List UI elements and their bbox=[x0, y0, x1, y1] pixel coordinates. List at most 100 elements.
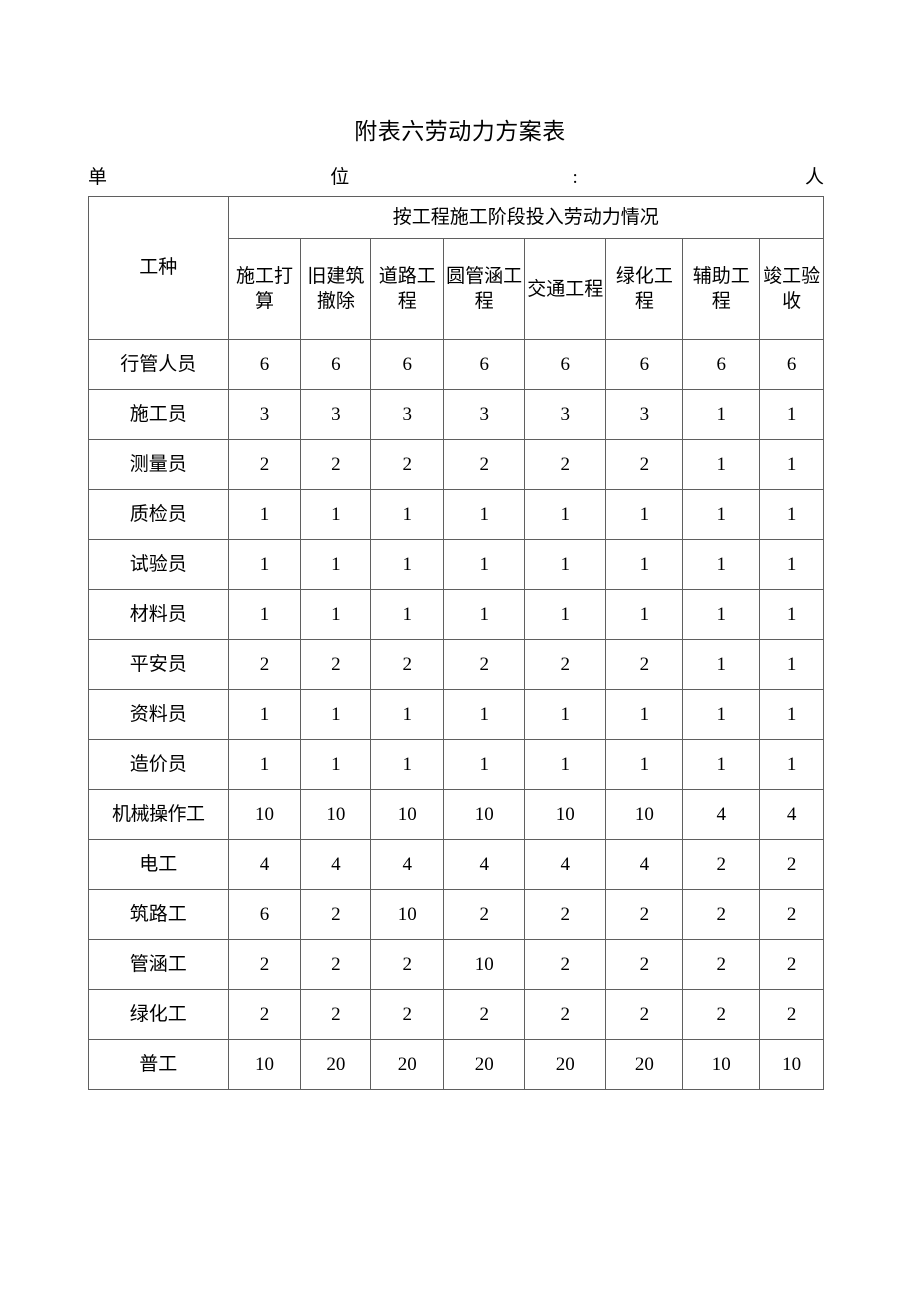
row-value-cell: 1 bbox=[443, 739, 526, 790]
row-value-cell: 1 bbox=[443, 539, 526, 590]
unit-label-dan: 单 bbox=[88, 167, 108, 188]
table-row: 资料员 1 1 1 1 1 1 1 1 bbox=[88, 689, 824, 740]
row-value-cell: 2 bbox=[759, 889, 824, 940]
row-value-cell: 20 bbox=[524, 1039, 607, 1090]
row-kind-cell: 机械操作工 bbox=[88, 789, 229, 840]
row-value-cell: 1 bbox=[759, 539, 824, 590]
row-value-cell: 10 bbox=[524, 789, 607, 840]
table-row: 普工 10 20 20 20 20 20 10 10 bbox=[88, 1039, 824, 1090]
row-value-cell: 3 bbox=[370, 389, 445, 440]
table-body: 行管人员 6 6 6 6 6 6 6 6 施工员 3 3 3 3 3 3 1 1 测量员 2 2 2 2 2 2 1 1 质检员 1 1 1… bbox=[88, 339, 824, 1090]
row-value-cell: 4 bbox=[605, 839, 684, 890]
row-value-cell: 3 bbox=[443, 389, 526, 440]
row-value-cell: 2 bbox=[227, 939, 302, 990]
row-value-cell: 10 bbox=[227, 789, 302, 840]
row-value-cell: 6 bbox=[443, 339, 526, 390]
row-value-cell: 4 bbox=[227, 839, 302, 890]
row-value-cell: 1 bbox=[759, 439, 824, 490]
labor-plan-table-wrapper: 工种 按工程施工阶段投入劳动力情况 施工打算 旧建筑撤除 道路工程 圆管涵工程 … bbox=[88, 196, 825, 1090]
stage-label: 施工打算 bbox=[236, 266, 294, 312]
row-value-cell: 20 bbox=[443, 1039, 526, 1090]
row-value-cell: 2 bbox=[300, 889, 372, 940]
row-value-cell: 20 bbox=[370, 1039, 445, 1090]
row-value-cell: 2 bbox=[300, 439, 372, 490]
stage-label: 道路工程 bbox=[378, 266, 436, 312]
header-cell-stage-5: 绿化工程 bbox=[605, 238, 684, 340]
row-kind-cell: 材料员 bbox=[88, 589, 229, 640]
header-cell-group: 按工程施工阶段投入劳动力情况 bbox=[227, 196, 825, 239]
row-value-cell: 4 bbox=[759, 789, 824, 840]
row-value-cell: 10 bbox=[370, 889, 445, 940]
table-row: 电工 4 4 4 4 4 4 2 2 bbox=[88, 839, 824, 890]
row-value-cell: 1 bbox=[682, 689, 761, 740]
row-value-cell: 2 bbox=[759, 839, 824, 890]
row-value-cell: 2 bbox=[524, 939, 607, 990]
row-value-cell: 2 bbox=[605, 889, 684, 940]
row-value-cell: 10 bbox=[227, 1039, 302, 1090]
row-value-cell: 2 bbox=[370, 989, 445, 1040]
row-value-cell: 1 bbox=[682, 589, 761, 640]
row-value-cell: 1 bbox=[370, 589, 445, 640]
row-value-cell: 2 bbox=[227, 439, 302, 490]
row-value-cell: 1 bbox=[682, 539, 761, 590]
row-value-cell: 20 bbox=[605, 1039, 684, 1090]
row-kind-cell: 管涵工 bbox=[88, 939, 229, 990]
row-value-cell: 2 bbox=[443, 989, 526, 1040]
row-value-cell: 6 bbox=[682, 339, 761, 390]
row-value-cell: 2 bbox=[524, 439, 607, 490]
header-cell-stage-2: 道路工程 bbox=[370, 238, 445, 340]
row-kind-cell: 测量员 bbox=[88, 439, 229, 490]
row-value-cell: 1 bbox=[759, 739, 824, 790]
row-value-cell: 1 bbox=[227, 739, 302, 790]
row-value-cell: 1 bbox=[370, 689, 445, 740]
table-row: 管涵工 2 2 2 10 2 2 2 2 bbox=[88, 939, 824, 990]
row-kind-cell: 试验员 bbox=[88, 539, 229, 590]
header-cell-stage-6: 辅助工程 bbox=[682, 238, 761, 340]
stage-label: 辅助工程 bbox=[692, 266, 750, 312]
table-row: 测量员 2 2 2 2 2 2 1 1 bbox=[88, 439, 824, 490]
row-value-cell: 2 bbox=[524, 889, 607, 940]
row-value-cell: 2 bbox=[605, 939, 684, 990]
row-value-cell: 2 bbox=[300, 939, 372, 990]
row-value-cell: 1 bbox=[443, 689, 526, 740]
row-value-cell: 3 bbox=[524, 389, 607, 440]
row-value-cell: 10 bbox=[443, 939, 526, 990]
document-page: 附表六劳动力方案表 单 位 : 人 工种 按工程施工阶段投入劳动力情况 施工打算… bbox=[0, 0, 920, 1301]
row-value-cell: 1 bbox=[605, 589, 684, 640]
row-value-cell: 4 bbox=[682, 789, 761, 840]
row-value-cell: 2 bbox=[300, 989, 372, 1040]
row-value-cell: 1 bbox=[682, 739, 761, 790]
row-value-cell: 1 bbox=[443, 589, 526, 640]
row-kind-cell: 造价员 bbox=[88, 739, 229, 790]
header-cell-stage-7: 竣工验收 bbox=[759, 238, 824, 340]
row-value-cell: 2 bbox=[370, 439, 445, 490]
table-row: 机械操作工 10 10 10 10 10 10 4 4 bbox=[88, 789, 824, 840]
row-value-cell: 6 bbox=[300, 339, 372, 390]
unit-colon: : bbox=[572, 167, 578, 188]
header-cell-kind: 工种 bbox=[88, 196, 229, 340]
header-cell-stage-4: 交通工程 bbox=[524, 238, 607, 340]
row-value-cell: 1 bbox=[759, 689, 824, 740]
row-value-cell: 1 bbox=[759, 389, 824, 440]
row-value-cell: 3 bbox=[227, 389, 302, 440]
row-value-cell: 1 bbox=[605, 489, 684, 540]
row-value-cell: 2 bbox=[605, 439, 684, 490]
stage-label: 圆管涵工程 bbox=[446, 266, 523, 312]
stage-label: 绿化工程 bbox=[615, 266, 673, 312]
row-value-cell: 10 bbox=[300, 789, 372, 840]
row-kind-cell: 资料员 bbox=[88, 689, 229, 740]
row-value-cell: 1 bbox=[443, 489, 526, 540]
row-kind-cell: 施工员 bbox=[88, 389, 229, 440]
row-value-cell: 2 bbox=[370, 639, 445, 690]
row-value-cell: 1 bbox=[524, 489, 607, 540]
row-kind-cell: 平安员 bbox=[88, 639, 229, 690]
row-value-cell: 10 bbox=[443, 789, 526, 840]
row-value-cell: 1 bbox=[682, 639, 761, 690]
row-value-cell: 2 bbox=[443, 639, 526, 690]
row-value-cell: 2 bbox=[682, 989, 761, 1040]
page-title: 附表六劳动力方案表 bbox=[354, 118, 566, 144]
row-value-cell: 1 bbox=[605, 689, 684, 740]
row-value-cell: 1 bbox=[300, 489, 372, 540]
row-value-cell: 1 bbox=[524, 539, 607, 590]
unit-label-ren: 人 bbox=[804, 167, 824, 188]
